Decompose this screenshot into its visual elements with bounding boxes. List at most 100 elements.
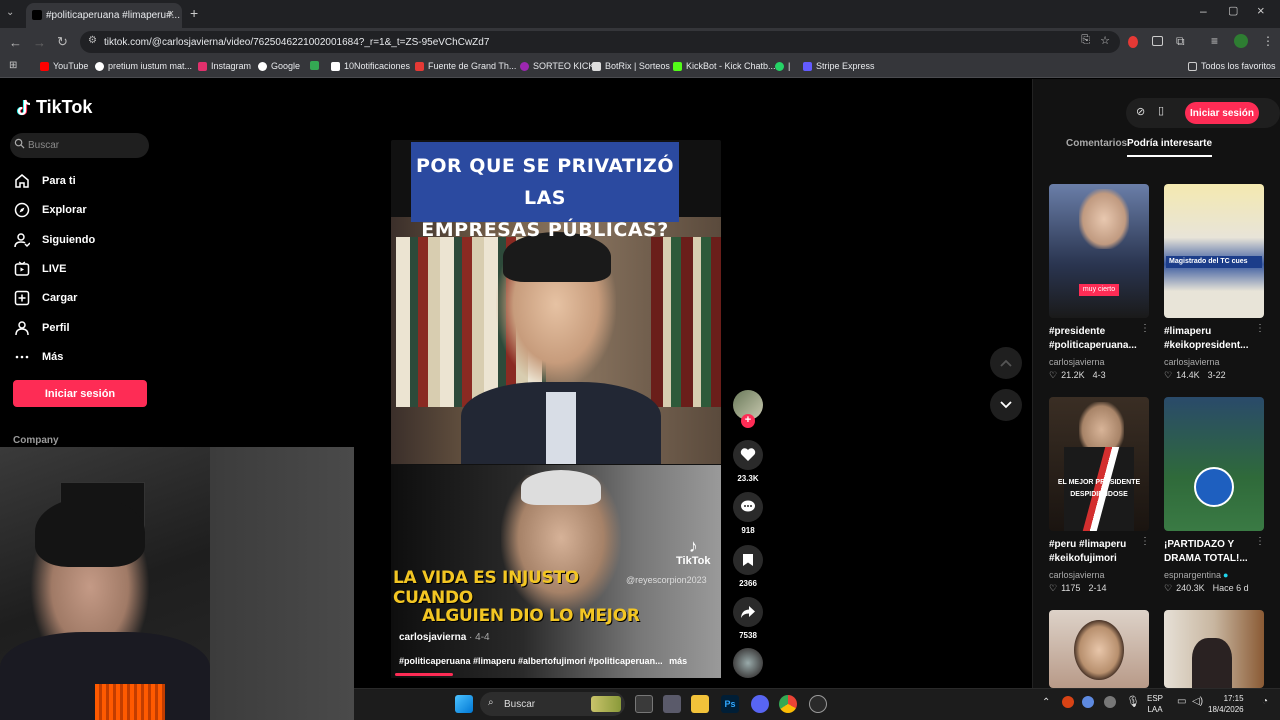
tray-misc-icon[interactable] [1104, 696, 1116, 708]
rec-user-3[interactable]: carlosjavierna [1049, 570, 1105, 580]
install-icon[interactable]: ⎘ [1081, 34, 1090, 47]
video-hashtag-text[interactable]: #politicaperuana #limaperu #albertofujim… [399, 656, 663, 666]
nav-cargar[interactable]: Cargar [14, 290, 77, 306]
tray-app-icon[interactable] [1062, 696, 1074, 708]
chrome-icon[interactable] [779, 695, 797, 713]
new-tab-icon[interactable]: + [190, 5, 198, 21]
rec-title-2[interactable]: #limaperu #keikopresident... [1164, 325, 1268, 353]
rec-thumb-2[interactable]: Magistrado del TC cues [1164, 184, 1264, 318]
company-label[interactable]: Company [13, 435, 59, 446]
video-author[interactable]: carlosjavierna · 4-4 [399, 632, 490, 643]
file-explorer-icon[interactable] [691, 695, 709, 713]
browser-tab[interactable]: #politicaperuana #limaperu#... × [26, 3, 182, 28]
bookmark-youtube[interactable]: YouTube [40, 61, 88, 71]
minimize-icon[interactable]: – [1200, 4, 1207, 18]
heart-icon[interactable] [733, 440, 763, 470]
nav-explorar[interactable]: Explorar [14, 202, 87, 218]
video-hashtags[interactable]: #politicaperuana #limaperu #albertofujim… [399, 656, 717, 666]
taskbar-clock[interactable]: 17:15 18/4/2026 [1208, 693, 1244, 715]
taskbar-search[interactable]: ⌕ Buscar [480, 692, 625, 716]
nav-siguiendo[interactable]: Siguiendo [14, 232, 95, 248]
bookmark-botrix[interactable]: BotRix | Sorteos [592, 61, 670, 71]
rec-thumb-1[interactable]: muy cierto [1049, 184, 1149, 318]
windows-start-icon[interactable] [455, 695, 473, 713]
bookmark-grand-theft[interactable]: Fuente de Grand Th... [415, 61, 516, 71]
rec-user-1[interactable]: carlosjavierna [1049, 357, 1105, 367]
photoshop-icon[interactable]: Ps [721, 695, 739, 713]
comment-icon[interactable] [733, 492, 763, 522]
coins-icon[interactable]: ⊘ [1136, 105, 1145, 118]
share-action[interactable]: 7538 [732, 597, 764, 640]
next-video-button[interactable] [990, 389, 1022, 421]
bookmark-stripe[interactable]: Stripe Express [803, 61, 875, 71]
rec-more-2-icon[interactable]: ⋮ [1255, 323, 1265, 334]
microphone-icon[interactable]: 🎙 [1126, 695, 1140, 708]
bookmark-star-icon[interactable]: ☆ [1100, 34, 1110, 47]
notification-bell-icon[interactable]: ◔ [1262, 696, 1268, 707]
profile-avatar-icon[interactable] [1234, 34, 1248, 48]
rec-title-3[interactable]: #peru #limaperu #keikofujimori [1049, 538, 1153, 566]
bookmark-instagram[interactable]: Instagram [198, 61, 251, 71]
login-button-top[interactable]: Iniciar sesión [1185, 102, 1259, 124]
rec-thumb-5[interactable] [1049, 610, 1149, 688]
nav-mas[interactable]: Más [14, 349, 63, 365]
share-icon[interactable] [733, 597, 763, 627]
follow-plus-icon[interactable]: + [741, 414, 755, 428]
bookmark-pretium[interactable]: pretium iustum mat... [95, 61, 192, 71]
nav-live[interactable]: LIVE [14, 261, 66, 277]
task-view-icon[interactable] [635, 695, 653, 713]
rec-more-1-icon[interactable]: ⋮ [1140, 323, 1150, 334]
volume-icon[interactable]: ◁) [1192, 696, 1203, 707]
menu-kebab-icon[interactable]: ⋮ [1262, 34, 1274, 48]
apps-grid-icon[interactable]: ⊞ [9, 60, 17, 71]
rec-thumb-4[interactable] [1164, 397, 1264, 531]
login-button-sidebar[interactable]: Iniciar sesión [13, 380, 147, 407]
back-icon[interactable]: ← [9, 35, 22, 50]
tray-cloud-icon[interactable] [1082, 696, 1094, 708]
tiktok-logo[interactable]: TikTok [16, 97, 92, 118]
bookmark-extension[interactable] [310, 61, 319, 70]
app-icon[interactable] [663, 695, 681, 713]
comment-action[interactable]: 918 [732, 492, 764, 535]
reload-icon[interactable]: ↻ [57, 34, 68, 50]
rec-user-2[interactable]: carlosjavierna [1164, 357, 1220, 367]
tab-search-icon[interactable]: ⌄ [6, 7, 14, 18]
save-action[interactable]: 2366 [732, 545, 764, 588]
tray-chevron-icon[interactable]: ⌃ [1042, 697, 1050, 708]
bookmark-sorteo-kick[interactable]: SORTEO KICK [520, 61, 594, 71]
network-icon[interactable]: ▭ [1177, 696, 1186, 707]
site-info-icon[interactable]: ⚙ [88, 35, 97, 46]
media-icon[interactable]: ≡ [1211, 34, 1218, 48]
rec-more-4-icon[interactable]: ⋮ [1255, 536, 1265, 547]
search-input[interactable]: Buscar [10, 133, 149, 158]
video-progress-bar[interactable] [395, 673, 453, 676]
bookmark-icon[interactable] [733, 545, 763, 575]
like-action[interactable]: 23.3K [732, 440, 764, 483]
phone-icon[interactable]: ▯ [1158, 104, 1164, 117]
bookmark-10notificaciones[interactable]: 10Notificaciones [331, 61, 410, 71]
rec-more-3-icon[interactable]: ⋮ [1140, 536, 1150, 547]
more-link[interactable]: más [669, 656, 687, 666]
forward-icon[interactable]: → [33, 35, 46, 50]
extensions-puzzle-icon[interactable]: ⧉ [1176, 34, 1185, 49]
extension-icon[interactable] [1152, 36, 1163, 46]
url-bar[interactable]: ⚙ tiktok.com/@carlosjavierna/video/76250… [80, 31, 1120, 53]
nav-para-ti[interactable]: Para ti [14, 173, 76, 189]
tab-podria-interesarte[interactable]: Podría interesarte [1127, 138, 1212, 149]
rec-user-4[interactable]: espnargentina ● [1164, 570, 1228, 580]
video-author-name[interactable]: carlosjavierna [399, 632, 466, 643]
extension-red-icon[interactable] [1128, 36, 1138, 48]
close-window-icon[interactable]: × [1257, 3, 1265, 18]
tab-close-icon[interactable]: × [168, 8, 174, 20]
all-favorites-folder[interactable]: Todos los favoritos [1188, 61, 1276, 71]
bookmark-kickbot[interactable]: KickBot - Kick Chatb... [673, 61, 776, 71]
rec-title-1[interactable]: #presidente #politicaperuana... [1049, 325, 1153, 353]
discord-icon[interactable] [751, 695, 769, 713]
rec-thumb-3[interactable]: EL MEJOR PRESIDENTE DESPIDIENDOSE [1049, 397, 1149, 531]
music-disc[interactable] [733, 648, 763, 678]
tab-comentarios[interactable]: Comentarios [1066, 138, 1127, 149]
rec-thumb-6[interactable] [1164, 610, 1264, 688]
language-indicator[interactable]: ESP LAA [1147, 693, 1163, 715]
nav-perfil[interactable]: Perfil [14, 320, 70, 336]
bookmark-whatsapp[interactable]: | [775, 61, 790, 71]
